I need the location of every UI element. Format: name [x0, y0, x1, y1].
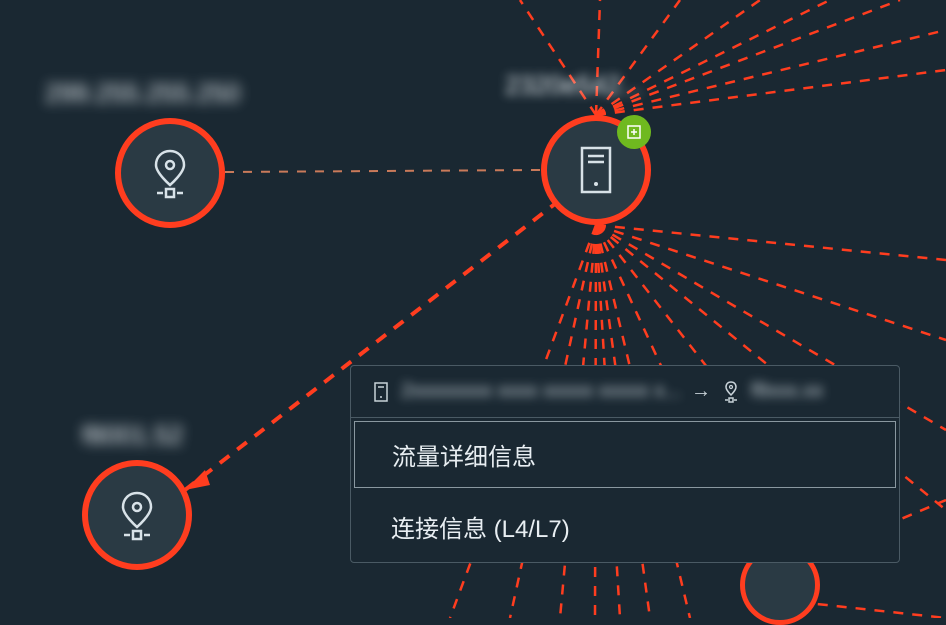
node-center[interactable] — [541, 115, 651, 225]
edge-context-menu: 2xxxxxxxx xxxx xxxxx xxxxx x... → f8xxx.… — [350, 365, 900, 563]
plus-icon — [626, 124, 642, 140]
server-icon — [576, 144, 616, 196]
node-label-top-left: 299.255.255.250 — [45, 78, 240, 109]
context-target-label: f8xxx.xx — [751, 380, 823, 403]
context-menu-header: 2xxxxxxxx xxxx xxxxx xxxxx x... → f8xxx.… — [351, 366, 899, 418]
plus-badge[interactable] — [617, 115, 651, 149]
arrow-right-icon: → — [691, 380, 711, 403]
node-top-left[interactable] — [115, 118, 225, 228]
location-pin-icon — [721, 381, 741, 403]
context-menu-item-traffic-details[interactable]: 流量详细信息 — [354, 421, 896, 488]
node-label-bottom-left: f8001.52 — [82, 420, 183, 451]
node-bottom-left[interactable] — [82, 460, 192, 570]
location-pin-icon — [116, 489, 158, 541]
node-label-center: 2320e542... — [505, 70, 642, 101]
server-icon — [371, 381, 391, 403]
context-source-label: 2xxxxxxxx xxxx xxxxx xxxxx x... — [401, 380, 681, 403]
location-pin-icon — [149, 147, 191, 199]
context-menu-item-connection-info[interactable]: 连接信息 (L4/L7) — [351, 491, 899, 562]
